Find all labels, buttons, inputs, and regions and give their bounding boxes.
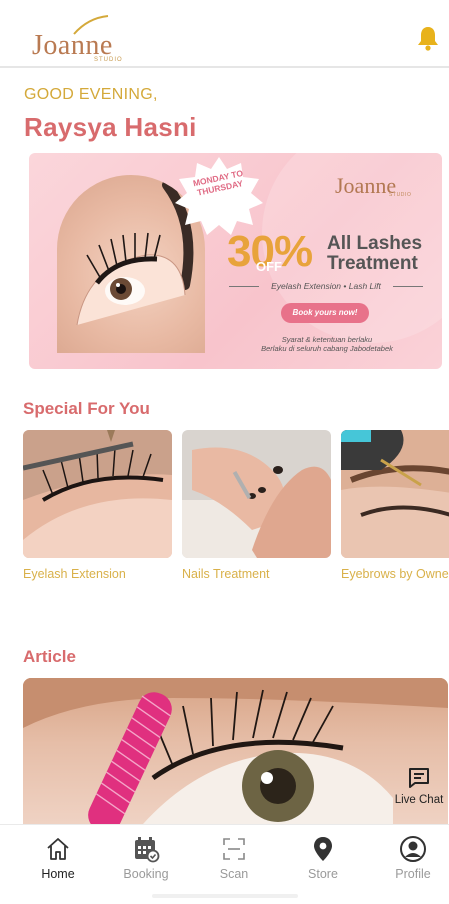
service-card-label: Eyelash Extension	[23, 567, 126, 581]
nav-home[interactable]: Home	[18, 833, 98, 885]
promo-title-line2: Treatment	[327, 253, 418, 274]
book-now-button[interactable]: Book yours now!	[281, 303, 369, 323]
nav-booking-label: Booking	[123, 867, 169, 881]
app-header: Joanne STUDIO	[0, 0, 449, 68]
nav-profile-label: Profile	[395, 867, 431, 881]
nav-store-label: Store	[308, 867, 338, 881]
nav-booking[interactable]: Booking	[106, 833, 186, 885]
special-for-you-title: Special For You	[23, 399, 150, 418]
article-card[interactable]	[23, 678, 448, 824]
home-icon	[47, 838, 69, 860]
notification-bell-icon[interactable]	[414, 24, 442, 52]
eyelash-extension-photo	[23, 430, 172, 558]
live-chat-label: Live Chat	[394, 794, 444, 806]
location-pin-icon	[314, 837, 332, 861]
special-carousel[interactable]: Eyelash Extension Nails Treatment Eyebro…	[23, 430, 449, 590]
promo-terms-line2: Berlaku di seluruh cabang Jabodetabek	[261, 344, 393, 353]
nav-home-label: Home	[41, 867, 75, 881]
service-card-label: Nails Treatment	[182, 567, 270, 581]
live-chat-button[interactable]: Live Chat	[391, 766, 447, 812]
promo-terms-line1: Syarat & ketentuan berlaku	[281, 335, 373, 344]
service-card-label: Eyebrows by Owner	[341, 567, 449, 581]
nails-treatment-photo	[182, 430, 331, 558]
promo-off: OFF	[256, 259, 282, 274]
divider-line	[393, 286, 423, 287]
bottom-navigation: Home Booking Scan Store Profile	[0, 824, 449, 886]
banner-logo-subtitle: STUDIO	[389, 192, 412, 198]
promo-title-line1: All Lashes	[327, 233, 423, 254]
nav-scan-label: Scan	[219, 867, 249, 881]
user-name: Raysya Hasni	[24, 112, 197, 142]
promo-banner[interactable]: MONDAY TO THURSDAY Joanne STUDIO 30% OFF…	[29, 153, 442, 369]
service-card[interactable]: Eyebrows by Owner	[341, 430, 449, 590]
profile-icon	[400, 836, 426, 862]
home-indicator	[152, 894, 298, 898]
scan-icon	[223, 838, 245, 860]
article-title: Article	[23, 647, 76, 666]
service-card[interactable]: Eyelash Extension	[23, 430, 172, 590]
nav-store[interactable]: Store	[283, 833, 363, 885]
calendar-icon	[135, 837, 160, 863]
chat-icon	[409, 768, 429, 788]
greeting-text: GOOD EVENING,	[24, 86, 158, 103]
brand-logo[interactable]: Joanne STUDIO	[30, 14, 140, 64]
banner-logo: Joanne	[335, 173, 397, 198]
nav-profile[interactable]: Profile	[373, 833, 449, 885]
logo-subtitle: STUDIO	[94, 57, 123, 63]
service-card[interactable]: Nails Treatment	[182, 430, 331, 590]
nav-scan[interactable]: Scan	[194, 833, 274, 885]
eyebrows-photo	[341, 430, 449, 558]
